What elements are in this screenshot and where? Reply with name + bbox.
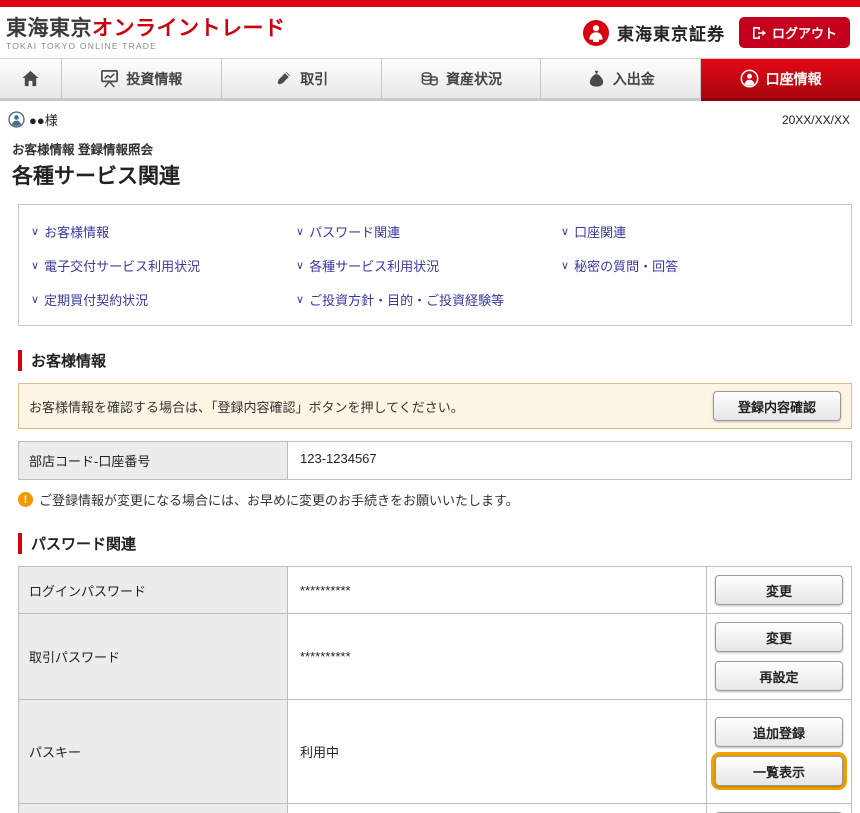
warning-icon: !	[18, 492, 33, 507]
anchor-link-customer-info[interactable]: ∨ お客様情報	[31, 222, 296, 241]
breadcrumb: お客様情報 登録情報照会	[12, 139, 860, 158]
brand-name: 東海東京証券	[617, 20, 725, 45]
nav-tab-deposit-withdraw[interactable]: 入出金	[541, 59, 701, 98]
highlight-ring: 一覧表示	[715, 756, 843, 786]
row-value: **********	[288, 567, 707, 613]
anchor-link-label: 秘密の質問・回答	[574, 256, 678, 275]
anchor-link-account[interactable]: ∨ 口座関連	[561, 222, 839, 241]
add-passkey-button[interactable]: 追加登録	[715, 717, 843, 747]
nav-label: 投資情報	[126, 69, 182, 89]
logout-icon	[752, 26, 766, 40]
warning-text: ご登録情報が変更になる場合には、お早めに変更のお手続きをお願いいたします。	[39, 490, 519, 509]
anchor-link-label: 電子交付サービス利用状況	[44, 256, 200, 275]
nav-label: 入出金	[613, 69, 655, 89]
down-arrow-icon: ∨	[561, 225, 569, 238]
logout-button[interactable]: ログアウト	[739, 17, 850, 48]
notice-text: お客様情報を確認する場合は、「登録内容確認」ボタンを押してください。	[29, 397, 464, 416]
site-logo[interactable]: 東海東京オンライントレード TOKAI TOKYO ONLINE TRADE	[6, 14, 286, 51]
coins-icon	[420, 69, 439, 88]
change-login-password-button[interactable]: 変更	[715, 575, 843, 605]
user-bar: ●●様 20XX/XX/XX	[0, 101, 860, 129]
nav-label: 取引	[300, 69, 328, 89]
nav-label: 資産状況	[446, 69, 502, 89]
anchor-link-label: 各種サービス利用状況	[309, 256, 439, 275]
down-arrow-icon: ∨	[296, 293, 304, 306]
account-number-row: 部店コード-口座番号 123-1234567	[18, 441, 852, 480]
registration-warning: ! ご登録情報が変更になる場合には、お早めに変更のお手続きをお願いいたします。	[18, 490, 852, 509]
logo-text-main: 東海東京	[6, 17, 92, 40]
presentation-chart-icon	[100, 69, 119, 88]
home-icon	[21, 69, 40, 88]
anchor-link-label: お客様情報	[44, 222, 109, 241]
nav-tab-assets[interactable]: 資産状況	[382, 59, 542, 98]
table-row-passkey: パスキー 利用中 追加登録 一覧表示	[19, 700, 851, 804]
logout-label: ログアウト	[772, 23, 837, 42]
logo-subtitle: TOKAI TOKYO ONLINE TRADE	[6, 42, 286, 51]
table-row-otp-service: ワンタイムパスワードサービス 未登録 申込	[19, 804, 851, 813]
site-header: 東海東京オンライントレード TOKAI TOKYO ONLINE TRADE 東…	[0, 7, 860, 58]
anchor-link-password[interactable]: ∨ パスワード関連	[296, 222, 561, 241]
anchor-link-investment-policy[interactable]: ∨ ご投資方針・目的・ご投資経験等	[296, 290, 561, 309]
row-value: **********	[288, 614, 707, 699]
row-label: 取引パスワード	[19, 614, 288, 699]
customer-info-notice: お客様情報を確認する場合は、「登録内容確認」ボタンを押してください。 登録内容確…	[18, 383, 852, 429]
table-row-trade-password: 取引パスワード ********** 変更 再設定	[19, 614, 851, 700]
password-table: ログインパスワード ********** 変更 取引パスワード ********…	[18, 566, 852, 813]
anchor-link-services[interactable]: ∨ 各種サービス利用状況	[296, 256, 561, 275]
anchor-link-secret-question[interactable]: ∨ 秘密の質問・回答	[561, 256, 839, 275]
anchor-link-periodic-purchase[interactable]: ∨ 定期買付契約状況	[31, 290, 296, 309]
tokai-tokyo-mark-icon	[583, 20, 609, 46]
user-avatar-icon	[8, 111, 25, 128]
anchor-link-label: ご投資方針・目的・ご投資経験等	[309, 290, 504, 309]
account-number-value: 123-1234567	[288, 442, 851, 479]
account-number-label: 部店コード-口座番号	[19, 442, 288, 479]
anchor-link-edelivery[interactable]: ∨ 電子交付サービス利用状況	[31, 256, 296, 275]
reset-trade-password-button[interactable]: 再設定	[715, 661, 843, 691]
row-label: ログインパスワード	[19, 567, 288, 613]
anchor-links-box: ∨ お客様情報 ∨ パスワード関連 ∨ 口座関連 ∨ 電子交付サービス利用状況 ∨ 各種サ…	[18, 204, 852, 326]
logo-text-accent: オンライントレード	[92, 17, 286, 40]
top-accent-bar	[0, 0, 860, 7]
down-arrow-icon: ∨	[296, 259, 304, 272]
down-arrow-icon: ∨	[31, 293, 39, 306]
table-row-login-password: ログインパスワード ********** 変更	[19, 567, 851, 614]
section-title-customer-info: お客様情報	[18, 350, 852, 371]
main-navigation: 投資情報 取引 資産状況 入出金	[0, 58, 860, 98]
row-value: 未登録	[288, 804, 707, 813]
user-name: ●●様	[29, 110, 58, 129]
nav-tab-trade[interactable]: 取引	[222, 59, 382, 98]
row-label: パスキー	[19, 700, 288, 803]
section-title-password: パスワード関連	[18, 533, 852, 554]
nav-tab-account-info[interactable]: 口座情報	[701, 59, 860, 98]
confirm-registration-button[interactable]: 登録内容確認	[713, 391, 841, 421]
row-value: 利用中	[288, 700, 707, 803]
list-passkeys-button[interactable]: 一覧表示	[715, 756, 843, 786]
anchor-link-label: 口座関連	[574, 222, 626, 241]
person-circle-icon	[740, 69, 759, 88]
change-trade-password-button[interactable]: 変更	[715, 622, 843, 652]
down-arrow-icon: ∨	[561, 259, 569, 272]
anchor-link-label: 定期買付契約状況	[44, 290, 148, 309]
anchor-link-label: パスワード関連	[309, 222, 400, 241]
page-title: 各種サービス関連	[12, 160, 860, 190]
current-date: 20XX/XX/XX	[782, 113, 850, 127]
nav-tab-invest-info[interactable]: 投資情報	[62, 59, 222, 98]
down-arrow-icon: ∨	[296, 225, 304, 238]
down-arrow-icon: ∨	[31, 259, 39, 272]
money-bag-icon	[587, 69, 606, 88]
row-label: ワンタイムパスワードサービス	[19, 804, 288, 813]
nav-tab-home[interactable]	[0, 59, 62, 98]
pen-hand-icon	[274, 69, 293, 88]
down-arrow-icon: ∨	[31, 225, 39, 238]
nav-label: 口座情報	[766, 69, 822, 89]
